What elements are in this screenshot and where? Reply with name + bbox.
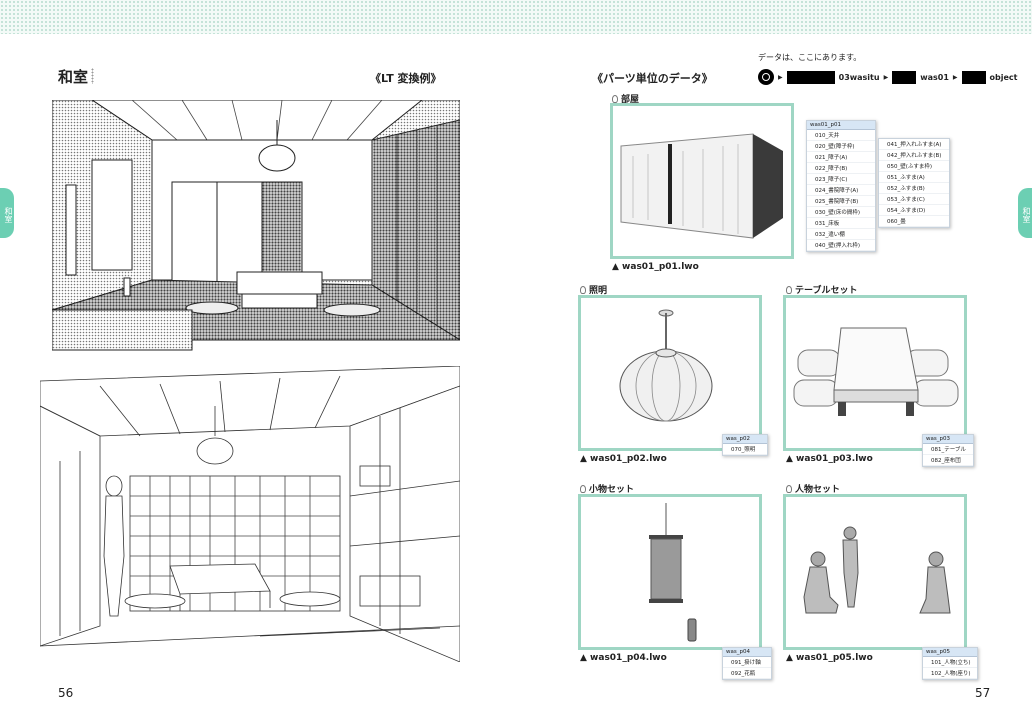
title-dot-mark: [91, 68, 94, 84]
parts-list-header: was01_p01: [807, 121, 875, 130]
list-item: 052_ふすま(B): [879, 183, 949, 194]
list-item: 060_畳: [879, 216, 949, 227]
top-dotted-band: [0, 0, 1032, 34]
page-number-left: 56: [58, 686, 74, 700]
list-item: 040_壁(押入れ枠): [807, 240, 875, 251]
lightbulb-icon: [580, 285, 586, 294]
list-item: 032_違い棚: [807, 229, 875, 240]
table-set-3d-render: [793, 327, 959, 416]
folder-icon: [961, 70, 986, 84]
parts-list-header: was_p02: [723, 435, 767, 444]
list-item: 023_障子(C): [807, 174, 875, 185]
arrow-icon: ▶: [952, 73, 958, 81]
list-item: 025_書院障子(B): [807, 196, 875, 207]
list-item: 020_壁(障子枠): [807, 141, 875, 152]
list-item: 070_照明: [723, 444, 767, 455]
path-segment-2: was01: [920, 72, 949, 82]
lt-conversion-label: 《LT 変換例》: [370, 72, 442, 85]
list-item: 101_人物(立ち): [923, 657, 977, 668]
side-tab-left: 和室: [0, 188, 14, 238]
list-item: 081_テーブル: [923, 444, 973, 455]
part-card-lighting: [578, 295, 762, 451]
disc-icon: [758, 69, 774, 85]
path-segment-1: 03wasitu: [838, 72, 880, 82]
page-number-right: 57: [975, 686, 991, 700]
data-path: ▶ 03wasitu ▶ was01 ▶ object: [758, 68, 1017, 86]
parts-list-p04: was_p04 091_掛け軸 092_花瓶: [722, 647, 772, 680]
parts-list-p01: was01_p01 010_天井 020_壁(障子枠) 021_障子(A) 02…: [806, 120, 876, 252]
lightbulb-icon: [612, 94, 618, 103]
parts-list-header: was_p05: [923, 648, 977, 657]
list-item: 054_ふすま(D): [879, 205, 949, 216]
list-item: 051_ふすま(A): [879, 172, 949, 183]
folder-icon: [892, 70, 917, 84]
list-item: 042_押入れふすま(B): [879, 150, 949, 161]
accessory-3d-render: [649, 503, 697, 642]
list-item: 050_壁(ふすま枠): [879, 161, 949, 172]
side-tab-right: 和室: [1018, 188, 1032, 238]
parts-list-header: was_p04: [723, 648, 771, 657]
list-item: 092_花瓶: [723, 668, 771, 679]
lightbulb-icon: [786, 285, 792, 294]
list-item: 082_座布団: [923, 455, 973, 466]
list-item: 091_掛け軸: [723, 657, 771, 668]
list-item: 030_壁(床の間枠): [807, 207, 875, 218]
parts-data-label: 《パーツ単位のデータ》: [592, 72, 713, 85]
lightbulb-icon: [580, 484, 586, 493]
list-item: 024_書院障子(A): [807, 185, 875, 196]
file-name-p01: ▲ was01_p01.lwo: [612, 262, 699, 272]
file-name-p05: ▲ was01_p05.lwo: [786, 653, 873, 663]
file-name-p02: ▲ was01_p02.lwo: [580, 454, 667, 464]
list-item: 022_障子(B): [807, 163, 875, 174]
lightbulb-icon: [786, 484, 792, 493]
part-card-accessory-set: [578, 494, 762, 650]
list-item: 031_床板: [807, 218, 875, 229]
arrow-icon: ▶: [883, 73, 889, 81]
list-item: 053_ふすま(C): [879, 194, 949, 205]
figures-3d-render: [803, 526, 951, 614]
path-segment-3: object: [989, 72, 1018, 82]
parts-list-header: was_p03: [923, 435, 973, 444]
list-item: 041_押入れふすま(A): [879, 139, 949, 150]
arrow-icon: ▶: [778, 73, 783, 81]
list-item: 021_障子(A): [807, 152, 875, 163]
page-title: 和室: [58, 68, 89, 86]
lt-room-drawing-bottom: [40, 366, 460, 662]
list-item: 010_天井: [807, 130, 875, 141]
lt-room-drawing-top: [52, 100, 460, 351]
parts-list-p02: was_p02 070_照明: [722, 434, 768, 456]
parts-list-p01-col2: 041_押入れふすま(A) 042_押入れふすま(B) 050_壁(ふすま枠) …: [878, 138, 950, 228]
list-item: 102_人物(座り): [923, 668, 977, 679]
file-name-p04: ▲ was01_p04.lwo: [580, 653, 667, 663]
data-location-note: データは、ここにあります。: [758, 53, 862, 62]
parts-list-p03: was_p03 081_テーブル 082_座布団: [922, 434, 974, 467]
part-card-room: [610, 103, 794, 259]
parts-list-p05: was_p05 101_人物(立ち) 102_人物(座り): [922, 647, 978, 680]
room-3d-render: [620, 133, 783, 239]
folder-icon: [786, 70, 835, 84]
lamp-3d-render: [619, 309, 713, 422]
part-card-figure-set: [783, 494, 967, 650]
part-card-table-set: [783, 295, 967, 451]
file-name-p03: ▲ was01_p03.lwo: [786, 454, 873, 464]
